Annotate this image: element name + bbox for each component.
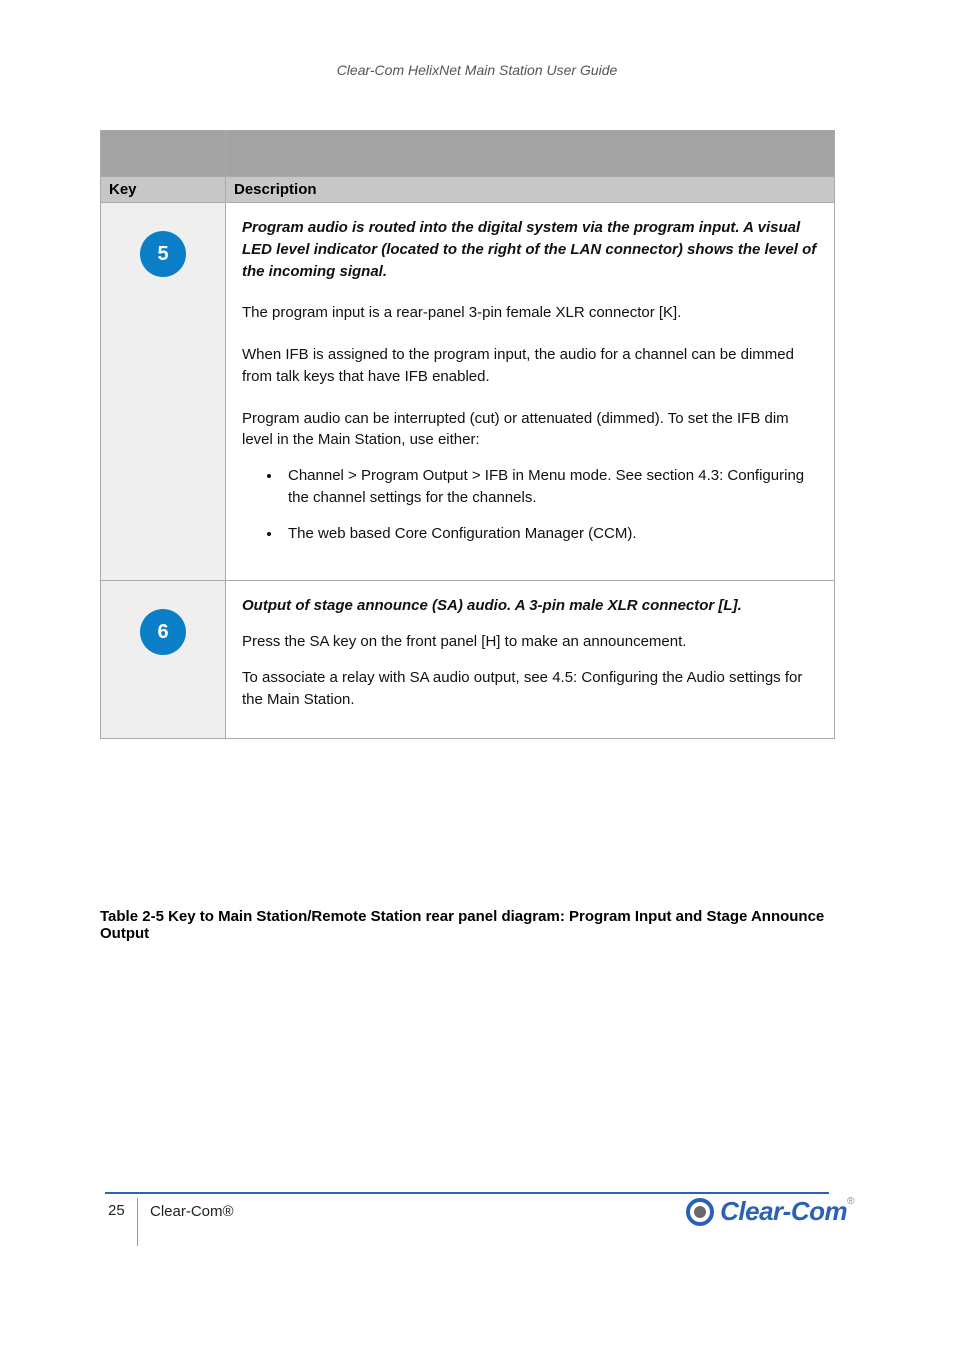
bullet-list: Channel > Program Output > IFB in Menu m…: [282, 465, 818, 544]
description-cell: Output of stage announce (SA) audio. A 3…: [226, 581, 835, 739]
main-table: Key Description 5 Program audio is route…: [100, 130, 835, 739]
clearcom-logo: Clear-Com®: [686, 1196, 854, 1227]
col-header-description: Description: [226, 177, 835, 203]
key-cell: 6: [101, 581, 226, 739]
description-cell: Program audio is routed into the digital…: [226, 203, 835, 581]
document-page: Clear-Com HelixNet Main Station User Gui…: [0, 0, 954, 1350]
program-input-intro: Program audio is routed into the digital…: [242, 217, 818, 282]
callout-circle-icon: 5: [140, 231, 186, 277]
clearcom-logo-text: Clear-Com®: [720, 1196, 854, 1227]
footer-separator: [105, 1192, 829, 1194]
program-input-connector: The program input is a rear-panel 3-pin …: [242, 302, 818, 324]
table-band: [101, 131, 835, 177]
sa-key-instruction: Press the SA key on the front panel [H] …: [242, 631, 818, 653]
document-title: Clear-Com HelixNet Main Station User Gui…: [0, 62, 954, 78]
table-header-row: Key Description: [101, 177, 835, 203]
page-number: 25: [108, 1202, 125, 1219]
footer-vertical-separator: [137, 1198, 138, 1246]
table-row: 5 Program audio is routed into the digit…: [101, 203, 835, 581]
key-cell: 5: [101, 203, 226, 581]
program-input-interrupt: Program audio can be interrupted (cut) o…: [242, 408, 818, 452]
col-header-key: Key: [101, 177, 226, 203]
sa-output-intro: Output of stage announce (SA) audio. A 3…: [242, 595, 818, 617]
clearcom-logo-icon: [686, 1198, 714, 1226]
list-item: The web based Core Configuration Manager…: [282, 523, 818, 545]
callout-circle-icon: 6: [140, 609, 186, 655]
list-item: Channel > Program Output > IFB in Menu m…: [282, 465, 818, 509]
table-row: 6 Output of stage announce (SA) audio. A…: [101, 581, 835, 739]
footer-brand-text: Clear-Com®: [150, 1203, 234, 1220]
sa-relay-note: To associate a relay with SA audio outpu…: [242, 667, 818, 711]
table-caption: Table 2-5 Key to Main Station/Remote Sta…: [100, 908, 835, 942]
program-input-ifb: When IFB is assigned to the program inpu…: [242, 344, 818, 388]
